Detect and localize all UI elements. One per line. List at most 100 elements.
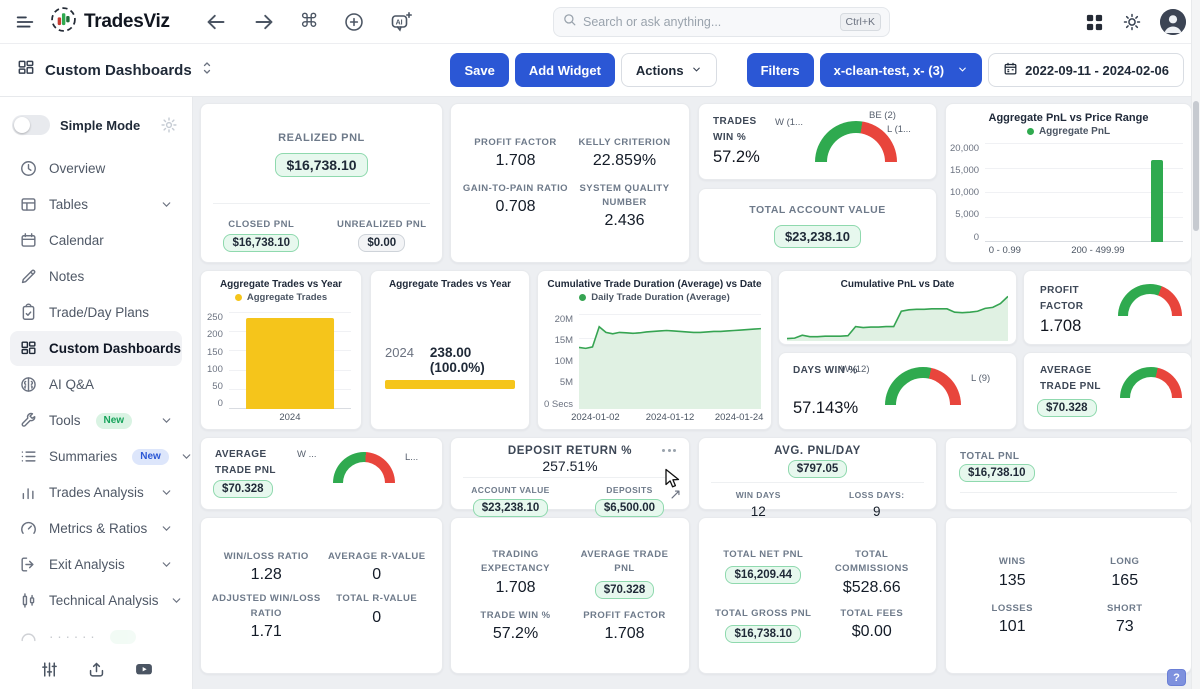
simple-mode-label: Simple Mode [60,118,140,133]
section-title-group[interactable]: Custom Dashboards [16,58,213,83]
sidebar-item-tools[interactable]: Tools New [10,403,182,438]
theme-sun-icon[interactable] [1122,12,1142,32]
stat-label: GAIN-TO-PAIN RATIO [461,182,570,196]
scrollbar-thumb[interactable] [1193,101,1199,231]
gauge-label-be: BE (2) [869,110,896,121]
search-shortcut-badge: Ctrl+K [840,13,881,31]
add-widget-button[interactable]: Add Widget [515,53,615,87]
sidebar-item-trade-day-plans[interactable]: Trade/Day Plans [10,295,182,330]
widget-expectancy[interactable]: TRADING EXPECTANCY1.708 AVERAGE TRADE PN… [450,517,690,674]
widget-quality-metrics[interactable]: PROFIT FACTOR1.708 KELLY CRITERION22.859… [450,103,690,263]
widget-total-account-value[interactable]: TOTAL ACCOUNT VALUE $23,238.10 [698,188,937,263]
actions-button[interactable]: Actions [621,53,717,87]
stat-value: $70.328 [595,581,655,599]
search-input[interactable] [583,15,834,29]
win-loss-gauge [885,367,961,405]
sidebar-item-partial[interactable]: · · · · · · [10,619,182,654]
resize-handle-icon[interactable] [670,487,681,505]
widget-trades-vs-year-chart[interactable]: Aggregate Trades vs Year Aggregate Trade… [200,270,362,430]
forward-icon[interactable] [252,10,276,34]
hbar-row: 2024 238.00 (100.0%) [385,345,515,389]
command-icon[interactable]: ⌘ [300,10,319,33]
sidebar-item-overview[interactable]: Overview [10,151,182,186]
sidebar-item-metrics-ratios[interactable]: Metrics & Ratios [10,511,182,546]
stat-label: PROFIT FACTOR [570,609,679,623]
back-icon[interactable] [204,10,228,34]
widget-title: PROFIT FACTOR [1040,283,1098,314]
date-range-picker[interactable]: 2022-09-11 - 2024-02-06 [988,53,1184,87]
widget-avg-pnl-day[interactable]: AVG. PNL/DAY $797.05 WIN DAYS12 LOSS DAY… [698,437,937,510]
upload-icon[interactable] [87,659,106,679]
bar-chart-icon [19,483,38,502]
simple-mode-toggle[interactable] [12,115,50,135]
widget-win-loss-ratios[interactable]: WIN/LOSS RATIO1.28 AVERAGE R-VALUE0 ADJU… [200,517,443,674]
arc-icon [19,627,38,646]
sidebar-item-custom-dashboards[interactable]: Custom Dashboards [10,331,182,366]
sort-icon[interactable] [201,61,213,80]
sidebar-item-tables[interactable]: Tables [10,187,182,222]
sidebar-item-ai-q-a[interactable]: AI Q&A [10,367,182,402]
stat-value: 1.708 [570,625,679,643]
stat-label: LOSS DAYS: [849,490,904,500]
widget-days-win[interactable]: DAYS WIN % 57.143% W (12) L (9) [778,352,1017,430]
sidebar-item-trades-analysis[interactable]: Trades Analysis [10,475,182,510]
save-button[interactable]: Save [450,53,508,87]
chevron-down-icon[interactable] [160,414,173,427]
search-bar[interactable]: Ctrl+K [553,7,890,37]
widget-menu-dots-icon[interactable] [659,446,679,455]
widget-profit-factor[interactable]: PROFIT FACTOR 1.708 [1023,270,1192,345]
sidebar-item-summaries[interactable]: Summaries New [10,439,182,474]
profit-factor-value: 1.708 [1040,317,1081,336]
sidebar-item-label: Calendar [49,233,104,248]
stat-label: TOTAL FEES [818,607,927,621]
filters-button[interactable]: Filters [747,53,814,87]
chevron-down-icon[interactable] [160,558,173,571]
chevron-down-icon[interactable] [170,594,183,607]
gear-icon[interactable] [160,116,178,134]
gauge-label-win: W (1... [775,117,803,128]
sidebar-item-label: Custom Dashboards [49,341,181,356]
sidebar-item-calendar[interactable]: Calendar [10,223,182,258]
widget-trades-vs-year-horizontal[interactable]: Aggregate Trades vs Year 2024 238.00 (10… [370,270,530,430]
dashboard-selector[interactable]: x-clean-test, x- (3) [820,53,983,87]
widget-cumulative-pnl-chart[interactable]: Cumulative PnL vs Date [778,270,1017,345]
chevron-down-icon[interactable] [160,486,173,499]
sidebar-item-exit-analysis[interactable]: Exit Analysis [10,547,182,582]
chevron-down-icon[interactable] [160,198,173,211]
widget-deposit-return[interactable]: DEPOSIT RETURN % 257.51% ACCOUNT VALUE$2… [450,437,690,510]
widget-cumulative-duration-chart[interactable]: Cumulative Trade Duration (Average) vs D… [537,270,772,430]
add-circle-icon[interactable] [343,11,365,33]
widget-title: AVERAGE TRADE PNL [215,447,297,478]
widget-average-trade-pnl-2[interactable]: AVERAGE TRADE PNL $70.328 W ... L... [200,437,443,510]
stat-label: KELLY CRITERION [570,136,679,150]
apps-grid-icon[interactable] [1085,13,1104,32]
calendar-icon [19,231,38,250]
ai-chat-icon[interactable]: AI [389,10,413,34]
stat-label: TRADING EXPECTANCY [461,548,570,577]
brand[interactable]: TradesViz [50,6,170,38]
widget-total-pnl[interactable]: TOTAL PNL $16,738.10 [945,437,1192,510]
hbar-value: 238.00 (100.0%) [430,345,515,375]
stat-value: 1.71 [211,623,321,641]
widget-realized-pnl[interactable]: REALIZED PNL $16,738.10 CLOSED PNL $16,7… [200,103,443,263]
avg-trade-pnl-value: $70.328 [1037,399,1097,417]
widget-totals[interactable]: TOTAL NET PNL$16,209.44 TOTAL COMMISSION… [698,517,937,674]
stat-value: $16,738.10 [725,625,801,643]
area-chart-cumulative-pnl [787,293,1008,341]
widget-counts[interactable]: WINS135 LONG165 LOSSES101 SHORT73 [945,517,1192,674]
menu-icon[interactable] [14,11,36,33]
youtube-icon[interactable] [134,659,154,679]
stat-value: $0.00 [818,623,927,641]
avatar[interactable] [1160,9,1186,35]
sidebar-item-technical-analysis[interactable]: Technical Analysis [10,583,182,618]
widget-pnl-vs-price-range-chart[interactable]: Aggregate PnL vs Price Range Aggregate P… [945,103,1192,263]
widget-average-trade-pnl[interactable]: AVERAGE TRADE PNL $70.328 [1023,352,1192,430]
chevron-down-icon[interactable] [160,522,173,535]
svg-text:AI: AI [395,19,402,26]
chevron-down-icon[interactable] [180,450,193,463]
widget-trades-win[interactable]: TRADES WIN % 57.2% W (1... BE (2) L (1..… [698,103,937,180]
sliders-icon[interactable] [40,659,59,679]
sidebar-item-notes[interactable]: Notes [10,259,182,294]
help-button[interactable]: ? [1167,669,1186,686]
gauge-label-win: W (12) [841,364,870,375]
